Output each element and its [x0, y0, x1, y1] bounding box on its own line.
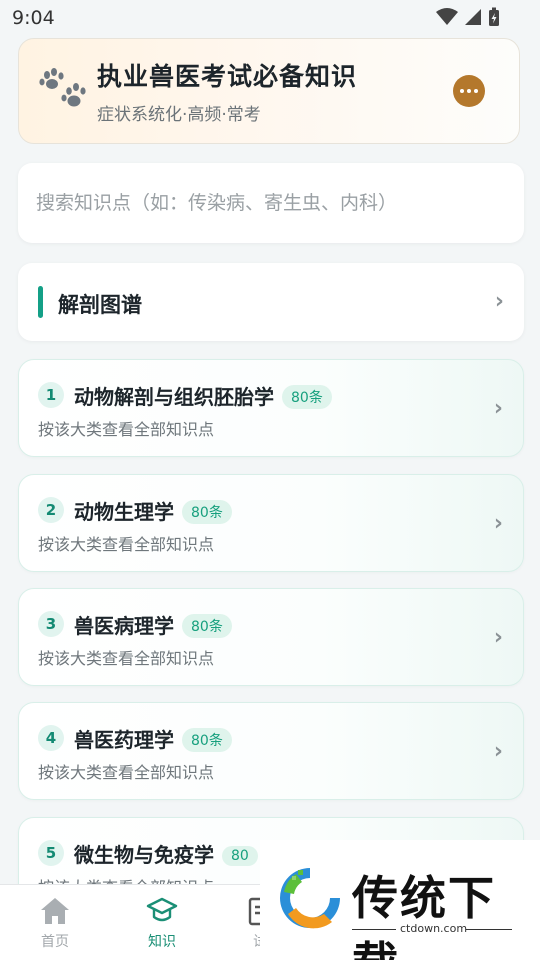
- more-dots-icon: [460, 89, 464, 93]
- app-subtitle: 症状系统化·高频·常考: [97, 105, 261, 125]
- status-bar: 9:04: [0, 0, 540, 36]
- tab-home-label: 首页: [41, 934, 69, 950]
- search-box[interactable]: [18, 163, 524, 243]
- category-index: 5: [38, 840, 64, 866]
- category-name: 动物解剖与组织胚胎学: [74, 385, 274, 409]
- category-index: 4: [38, 725, 64, 751]
- category-count-badge: 80条: [282, 385, 332, 409]
- category-count-badge: 80: [222, 846, 258, 866]
- category-name: 微生物与免疫学: [74, 843, 214, 867]
- chevron-right-icon: ›: [493, 396, 503, 421]
- more-button[interactable]: [453, 75, 485, 107]
- chevron-right-icon: ›: [493, 739, 503, 764]
- category-card[interactable]: 1 动物解剖与组织胚胎学 80条 按该大类查看全部知识点 ›: [18, 359, 524, 457]
- category-count-badge: 80条: [182, 614, 232, 638]
- tab-knowledge-label: 知识: [148, 934, 176, 950]
- category-desc: 按该大类查看全部知识点: [38, 763, 215, 782]
- watermark-overlay: 传统下载 ctdown.com: [260, 840, 540, 960]
- category-index: 1: [38, 382, 64, 408]
- category-desc: 按该大类查看全部知识点: [38, 420, 215, 439]
- category-desc: 按该大类查看全部知识点: [38, 535, 215, 554]
- category-name: 兽医病理学: [74, 614, 174, 638]
- category-index: 2: [38, 497, 64, 523]
- category-card[interactable]: 3 兽医病理学 80条 按该大类查看全部知识点 ›: [18, 588, 524, 686]
- status-time: 9:04: [12, 7, 55, 29]
- battery-icon: [489, 7, 499, 26]
- category-name-row: 微生物与免疫学 80: [74, 839, 258, 868]
- wifi-icon: [436, 8, 458, 25]
- category-index: 3: [38, 611, 64, 637]
- anatomy-label: 解剖图谱: [58, 293, 142, 317]
- watermark-brand: 传统下载: [352, 871, 496, 960]
- category-card[interactable]: 2 动物生理学 80条 按该大类查看全部知识点 ›: [18, 474, 524, 572]
- ctdown-logo-icon: [280, 868, 340, 929]
- chevron-right-icon: ›: [493, 511, 503, 536]
- search-input[interactable]: [36, 185, 506, 221]
- category-name-row: 兽医药理学 80条: [74, 724, 232, 753]
- watermark-url: ctdown.com: [400, 922, 468, 935]
- category-name: 动物生理学: [74, 500, 174, 524]
- category-count-badge: 80条: [182, 500, 232, 524]
- category-name: 兽医药理学: [74, 728, 174, 752]
- chevron-right-icon: ›: [494, 289, 504, 314]
- category-name-row: 动物生理学 80条: [74, 496, 232, 525]
- category-desc: 按该大类查看全部知识点: [38, 649, 215, 668]
- chevron-right-icon: ›: [493, 625, 503, 650]
- status-icons: [436, 7, 500, 27]
- home-icon: [41, 898, 69, 924]
- header-card: 执业兽医考试必备知识 症状系统化·高频·常考: [18, 38, 520, 144]
- tab-knowledge[interactable]: 知识: [107, 895, 217, 951]
- category-name-row: 兽医病理学 80条: [74, 610, 232, 639]
- graduation-cap-icon: [146, 897, 178, 922]
- category-name-row: 动物解剖与组织胚胎学 80条: [74, 381, 332, 410]
- app-title: 执业兽医考试必备知识: [97, 62, 358, 91]
- tab-home[interactable]: 首页: [0, 895, 110, 951]
- accent-bar: [38, 286, 43, 318]
- category-card[interactable]: 4 兽医药理学 80条 按该大类查看全部知识点 ›: [18, 702, 524, 800]
- anatomy-atlas-entry[interactable]: 解剖图谱 ›: [18, 263, 524, 341]
- paw-icon: [39, 68, 86, 107]
- signal-icon: [465, 9, 481, 25]
- category-count-badge: 80条: [182, 728, 232, 752]
